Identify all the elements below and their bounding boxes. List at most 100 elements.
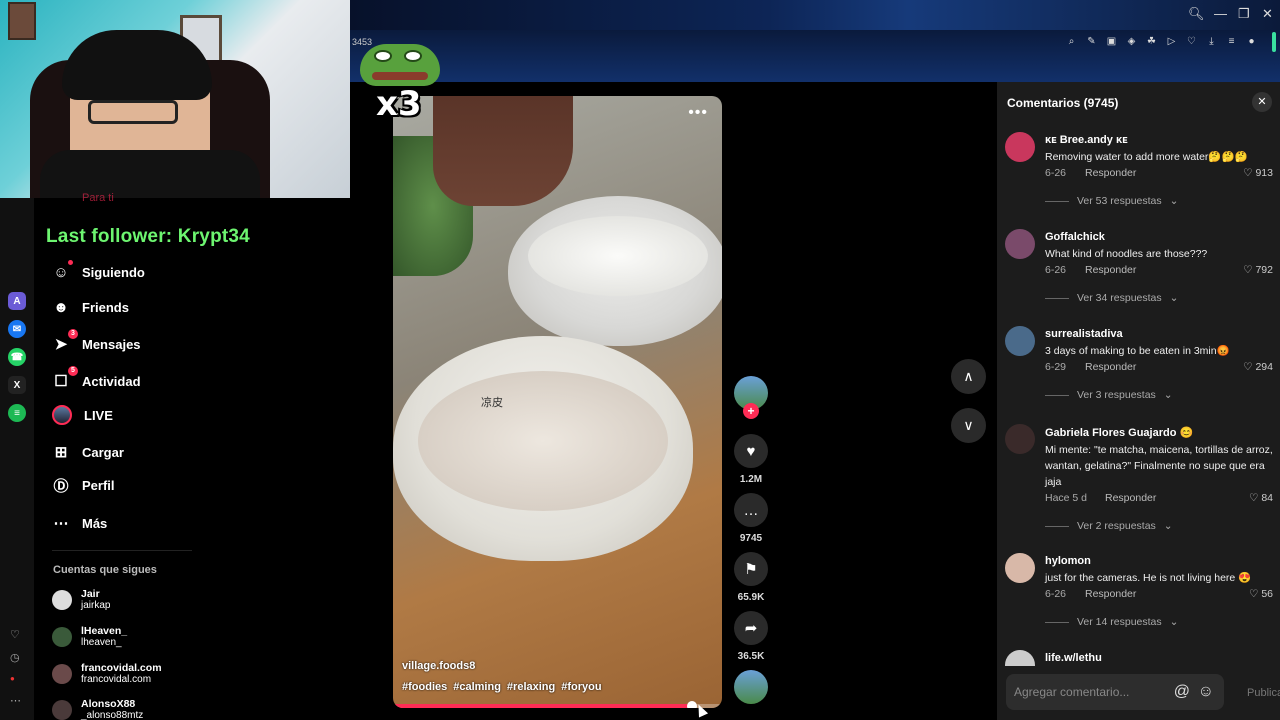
reply-button[interactable]: Responder [1085,167,1136,179]
reply-button[interactable]: Responder [1085,588,1136,600]
following-item[interactable]: AlonsoX88 _alonso88mtz [52,698,143,720]
comment-like[interactable]: ♡ 56 [1249,588,1273,600]
avatar [52,664,72,684]
comment-user[interactable]: hylomon [1045,555,1273,567]
hashtag[interactable]: #foodies [402,681,447,693]
menu-icon[interactable]: ≡ [1225,35,1238,48]
play-icon[interactable]: ▷ [1165,35,1178,48]
zoom-icon[interactable]: ⌕ [1065,35,1078,48]
nav-item-perfil[interactable]: Ⓓ Perfil [52,476,114,495]
heart-icon[interactable]: ♡ [10,628,20,641]
comment-button[interactable]: … [734,493,768,527]
close-comments-button[interactable]: ✕ [1252,92,1272,112]
clock-icon[interactable]: ◷ [10,651,20,664]
extension-icon[interactable]: ☘ [1145,35,1158,48]
comment-user[interactable]: ᴋᴇ Bree.andy ᴋᴇ [1045,134,1273,146]
next-video-button[interactable]: ∨ [951,408,986,443]
avatar[interactable] [1005,229,1035,259]
previous-video-button[interactable]: ∧ [951,359,986,394]
comment-like[interactable]: ♡ 84 [1249,492,1273,504]
comment-user[interactable]: Gabriela Flores Guajardo 😊 [1045,426,1273,439]
video-author[interactable]: village.foods8 [402,660,475,672]
more-icon[interactable]: ⋯ [10,694,21,707]
follow-plus-icon[interactable]: + [743,403,759,419]
edit-icon[interactable]: ✎ [1085,35,1098,48]
nav-label: Más [82,515,108,531]
hashtag[interactable]: #calming [453,681,501,693]
view-replies[interactable]: Ver 3 respuestas ⌄ [1045,389,1273,401]
share-button[interactable]: ➦ [734,611,768,645]
close-window-icon[interactable]: ✕ [1262,6,1273,22]
reply-button[interactable]: Responder [1105,492,1156,504]
tiktok-sidebar: Para ti ☺ Siguiendo ☻ Friends ➤ 3 Mensaje… [34,192,350,720]
nav-item-actividad[interactable]: ☐ 5 Actividad [52,366,141,390]
nav-partial-item[interactable]: Para ti [82,192,114,204]
view-replies[interactable]: Ver 2 respuestas ⌄ [1045,520,1273,532]
search-icon[interactable]: 🔍︎ [1188,6,1205,22]
video-progress-bar[interactable] [393,701,722,708]
nav-item-friends[interactable]: ☻ Friends [52,298,129,316]
avatar[interactable] [1005,424,1035,454]
reply-button[interactable]: Responder [1085,361,1136,373]
nav-item-cargar[interactable]: ⊞ Cargar [52,443,124,461]
account-icon[interactable]: ● [1245,35,1258,48]
comment-like[interactable]: ♡ 294 [1243,361,1273,373]
download-icon[interactable]: ⤓ [1205,35,1218,48]
friends-icon: ☻ [53,298,69,316]
following-item[interactable]: lHeaven_ lheaven_ [52,625,127,649]
video-player[interactable]: 凉皮 ••• village.foods8 #foodies #calming … [393,96,722,708]
minimize-icon[interactable]: — [1214,6,1227,21]
comment-like[interactable]: ♡ 792 [1243,264,1273,276]
nav-item-siguiendo[interactable]: ☺ Siguiendo [52,260,145,281]
like-button[interactable]: ♥ [734,434,768,468]
nav-item-mensajes[interactable]: ➤ 3 Mensajes [52,329,141,353]
comment-user[interactable]: Goffalchick [1045,231,1273,243]
like-count: 294 [1255,361,1273,373]
replies-line [1045,394,1069,396]
heart-icon: ♡ [1248,492,1262,504]
heart-icon: ♡ [1248,588,1262,600]
more-options-icon[interactable]: ••• [688,104,708,122]
sidebar-divider [52,550,192,551]
replies-line [1045,297,1069,299]
mention-icon[interactable]: @ [1174,683,1190,701]
hashtag[interactable]: #relaxing [507,681,555,693]
view-replies[interactable]: Ver 34 respuestas ⌄ [1045,292,1273,304]
comment-user[interactable]: surrealistadiva [1045,328,1273,340]
like-count: 84 [1261,492,1273,504]
avatar[interactable] [1005,326,1035,356]
replies-line [1045,200,1069,202]
sound-avatar[interactable] [734,670,768,704]
avatar[interactable] [1005,132,1035,162]
save-button[interactable]: ⚑ [734,552,768,586]
nav-item-mas[interactable]: ⋯ Más [52,514,108,532]
spotify-icon[interactable]: ≡ [8,404,26,422]
app-icon-a[interactable]: A [8,292,26,310]
post-button[interactable]: Publicar [1247,687,1280,699]
shield-icon[interactable]: ◈ [1125,35,1138,48]
x-icon[interactable]: X [8,376,26,394]
emoji-icon[interactable]: ☺ [1198,683,1214,701]
scroll-indicator [1272,32,1276,52]
hashtag[interactable]: #foryou [561,681,601,693]
avatar[interactable] [1005,553,1035,583]
comment-like[interactable]: ♡ 913 [1243,167,1273,179]
comment-user[interactable]: life.w/lethu [1045,652,1273,664]
following-item[interactable]: francovidal.com francovidal.com [52,662,162,686]
view-replies[interactable]: Ver 14 respuestas ⌄ [1045,616,1273,628]
messenger-icon[interactable]: ✉ [8,320,26,338]
comment-input[interactable] [1014,674,1164,710]
restore-icon[interactable]: ❐ [1238,6,1250,22]
whatsapp-icon[interactable]: ☎ [8,348,26,366]
nav-item-live[interactable]: LIVE [52,405,113,425]
avatar[interactable] [1005,650,1035,666]
reply-button[interactable]: Responder [1085,264,1136,276]
chevron-down-icon: ⌄ [1169,292,1179,304]
heart-icon[interactable]: ♡ [1185,35,1198,48]
record-icon[interactable]: ● [10,674,15,683]
view-replies[interactable]: Ver 53 respuestas ⌄ [1045,195,1273,207]
creator-avatar[interactable]: + [734,376,768,419]
camera-icon[interactable]: ▣ [1105,35,1118,48]
following-item[interactable]: Jair jairkap [52,588,110,612]
chevron-up-icon: ∧ [963,368,974,384]
